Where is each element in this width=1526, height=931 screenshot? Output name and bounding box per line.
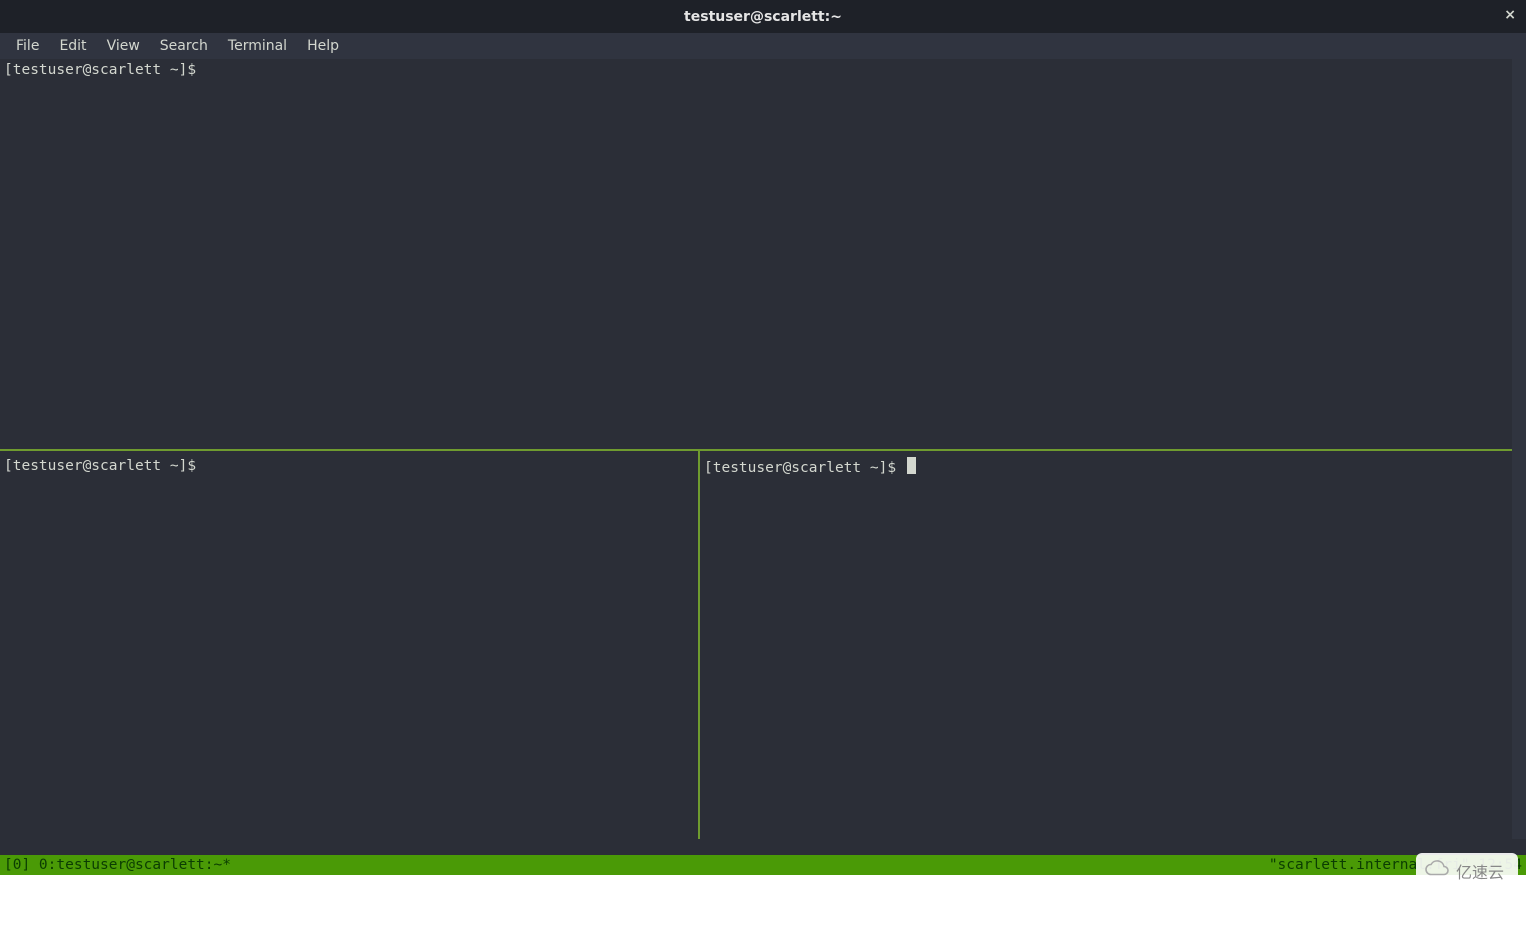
window-titlebar: testuser@scarlett:~ × [0, 0, 1526, 33]
tmux-pane-bottom-left[interactable]: [testuser@scarlett ~]$ [0, 451, 698, 839]
tmux-status-bar: [0] 0:testuser@scarlett:~* "scarlett.int… [0, 855, 1526, 875]
watermark-text: 亿速云 [1456, 859, 1504, 883]
menu-search[interactable]: Search [150, 34, 218, 58]
menu-help[interactable]: Help [297, 34, 349, 58]
menu-view[interactable]: View [97, 34, 150, 58]
shell-prompt: [testuser@scarlett ~]$ [704, 460, 905, 476]
tmux-pane-bottom-right[interactable]: [testuser@scarlett ~]$ [700, 451, 1512, 839]
menu-edit[interactable]: Edit [49, 34, 96, 58]
scrollbar[interactable] [1512, 59, 1526, 839]
terminal-area: [testuser@scarlett ~]$ [testuser@scarlet… [0, 59, 1526, 931]
close-icon[interactable]: × [1504, 8, 1516, 22]
shell-prompt: [testuser@scarlett ~]$ [4, 458, 205, 474]
shell-prompt: [testuser@scarlett ~]$ [4, 62, 205, 78]
page-bottom-strip [0, 875, 1526, 931]
watermark-badge: 亿速云 [1416, 853, 1518, 889]
cloud-icon [1424, 860, 1450, 883]
menu-terminal[interactable]: Terminal [218, 34, 297, 58]
tmux-bottom-row: [testuser@scarlett ~]$ [testuser@scarlet… [0, 451, 1512, 839]
tmux-status-left: [0] 0:testuser@scarlett:~* [4, 855, 231, 875]
menu-file[interactable]: File [6, 34, 49, 58]
terminal-cursor [907, 457, 916, 474]
tmux-pane-top[interactable]: [testuser@scarlett ~]$ [0, 59, 1512, 449]
menu-bar: File Edit View Search Terminal Help [0, 33, 1526, 59]
window-title: testuser@scarlett:~ [684, 9, 842, 25]
